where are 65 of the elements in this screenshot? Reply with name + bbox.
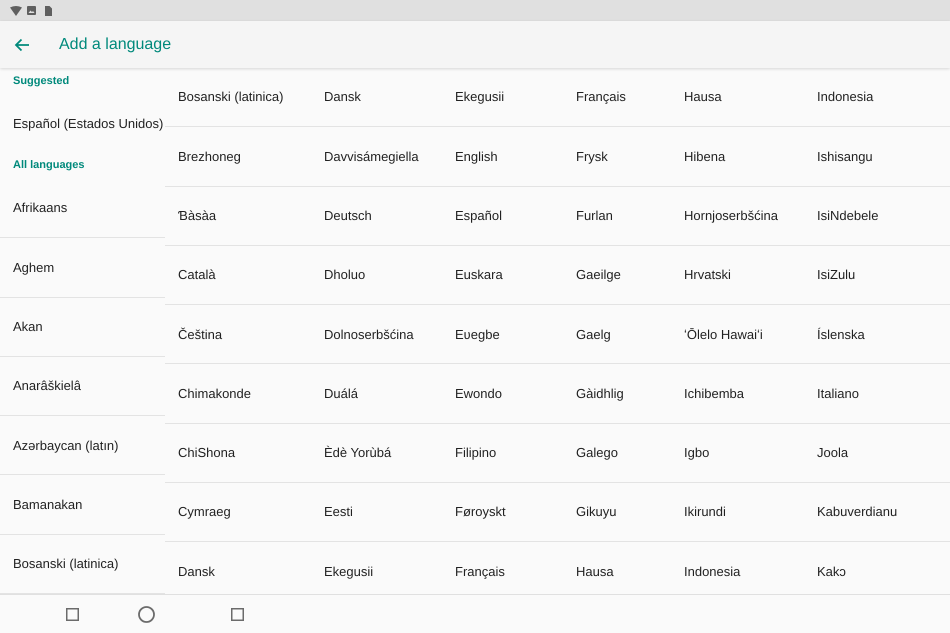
language-item[interactable]: Ewondo	[440, 364, 560, 424]
language-item[interactable]: Deutsch	[310, 186, 440, 246]
language-item[interactable]: Italiano	[800, 364, 950, 424]
language-item[interactable]: Azərbaycan (latın)	[0, 416, 165, 476]
language-item[interactable]: Español (Estados Unidos)	[0, 95, 165, 152]
language-item[interactable]: Galego	[560, 424, 670, 484]
language-item[interactable]: Èdè Yorùbá	[310, 424, 440, 484]
square-nav-icon[interactable]	[66, 608, 79, 620]
language-item[interactable]: Anarâškielâ	[0, 356, 165, 416]
language-item[interactable]: Igbo	[670, 424, 800, 484]
language-item[interactable]: IsiNdebele	[800, 186, 950, 246]
language-item[interactable]: Føroyskt	[440, 483, 560, 542]
language-item[interactable]: Español	[440, 186, 560, 246]
language-item[interactable]: Hrvatski	[670, 246, 800, 306]
language-item[interactable]: Hibena	[670, 127, 800, 187]
language-item[interactable]: Eesti	[310, 483, 440, 542]
language-item[interactable]: English	[440, 127, 560, 187]
language-item[interactable]: ʻŌlelo Hawaiʻi	[670, 305, 800, 364]
language-item[interactable]: Frysk	[560, 127, 670, 187]
language-item[interactable]: Davvisámegiella	[310, 127, 440, 187]
language-item[interactable]: Bosanski (latinica)	[165, 68, 310, 128]
language-item[interactable]: ChiShona	[165, 424, 310, 484]
language-item[interactable]: Dholuo	[310, 246, 440, 306]
language-item[interactable]: Ikirundi	[670, 483, 800, 542]
language-item[interactable]: Ichibemba	[670, 364, 800, 424]
language-item[interactable]: Català	[165, 246, 310, 306]
language-item[interactable]: Gikuyu	[560, 483, 670, 542]
language-item[interactable]: Gaeilge	[560, 246, 670, 306]
language-item[interactable]: Filipino	[440, 424, 560, 484]
language-item[interactable]: Čeština	[165, 305, 310, 364]
language-item[interactable]: Bamanakan	[0, 475, 165, 535]
language-item[interactable]: Afrikaans	[0, 178, 165, 238]
language-item[interactable]: Hornjoserbšćina	[670, 186, 800, 246]
language-item[interactable]: Dolnoserbšćina	[310, 305, 440, 364]
sim-card-icon	[45, 6, 52, 16]
language-item[interactable]: Ɓàsàa	[165, 186, 310, 246]
language-item[interactable]: Dansk	[310, 68, 440, 128]
circle-nav-icon[interactable]	[138, 606, 155, 622]
image-icon	[27, 6, 36, 15]
arrow-left-icon	[14, 38, 30, 52]
language-item[interactable]: Akan	[0, 298, 165, 357]
language-item[interactable]: Cymraeg	[165, 483, 310, 542]
language-item[interactable]: Duálá	[310, 364, 440, 424]
wifi-icon	[10, 6, 22, 16]
language-item[interactable]: Ekegusii	[440, 68, 560, 128]
section-header: Suggested	[12, 74, 70, 90]
language-item[interactable]: Ishisangu	[800, 127, 950, 187]
language-item[interactable]: Gàidhlig	[560, 364, 670, 424]
page-title: Add a language	[59, 34, 172, 54]
language-item[interactable]: Furlan	[560, 186, 670, 246]
language-item[interactable]: Joola	[800, 424, 950, 484]
language-item[interactable]: Aghem	[0, 238, 165, 298]
language-item[interactable]: Gaelg	[560, 305, 670, 364]
language-item[interactable]: Kabuverdianu	[800, 483, 950, 542]
language-item[interactable]: Chimakonde	[165, 364, 310, 424]
section-header: All languages	[12, 158, 86, 174]
language-item[interactable]: Français	[560, 68, 670, 128]
language-item[interactable]: Brezhoneg	[165, 127, 310, 187]
language-item[interactable]: Hausa	[670, 68, 800, 128]
language-item[interactable]: IsiZulu	[800, 246, 950, 306]
square-nav-icon[interactable]	[231, 608, 244, 620]
language-item[interactable]: Eʋegbe	[440, 305, 560, 364]
language-item[interactable]: Indonesia	[800, 68, 950, 128]
language-item[interactable]: Euskara	[440, 246, 560, 306]
language-item[interactable]: Íslenska	[800, 305, 950, 364]
